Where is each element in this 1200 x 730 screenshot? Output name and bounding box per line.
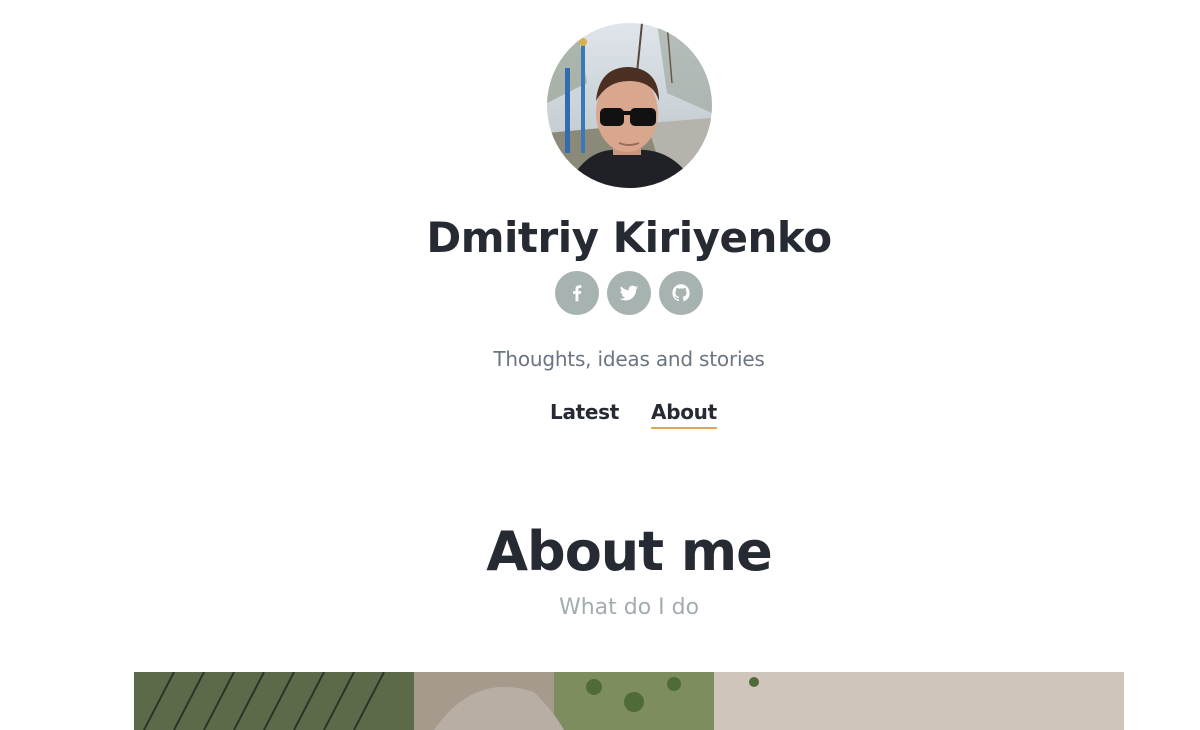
twitter-icon — [619, 285, 639, 301]
facebook-link[interactable] — [555, 271, 599, 315]
social-links — [555, 271, 703, 315]
github-icon — [672, 284, 690, 302]
author-name: Dmitriy Kiriyenko — [426, 213, 832, 262]
site-tagline: Thoughts, ideas and stories — [493, 347, 765, 371]
page-title: About me — [486, 520, 773, 583]
feature-image — [134, 672, 1124, 730]
feature-photo — [134, 672, 1124, 730]
github-link[interactable] — [659, 271, 703, 315]
main-nav: Latest About — [550, 398, 717, 429]
author-avatar[interactable] — [547, 23, 712, 188]
avatar-photo — [547, 23, 712, 188]
twitter-link[interactable] — [607, 271, 651, 315]
nav-item-latest[interactable]: Latest — [550, 398, 619, 429]
page-subtitle: What do I do — [558, 595, 700, 620]
facebook-icon — [573, 285, 582, 302]
nav-item-about[interactable]: About — [651, 398, 717, 429]
